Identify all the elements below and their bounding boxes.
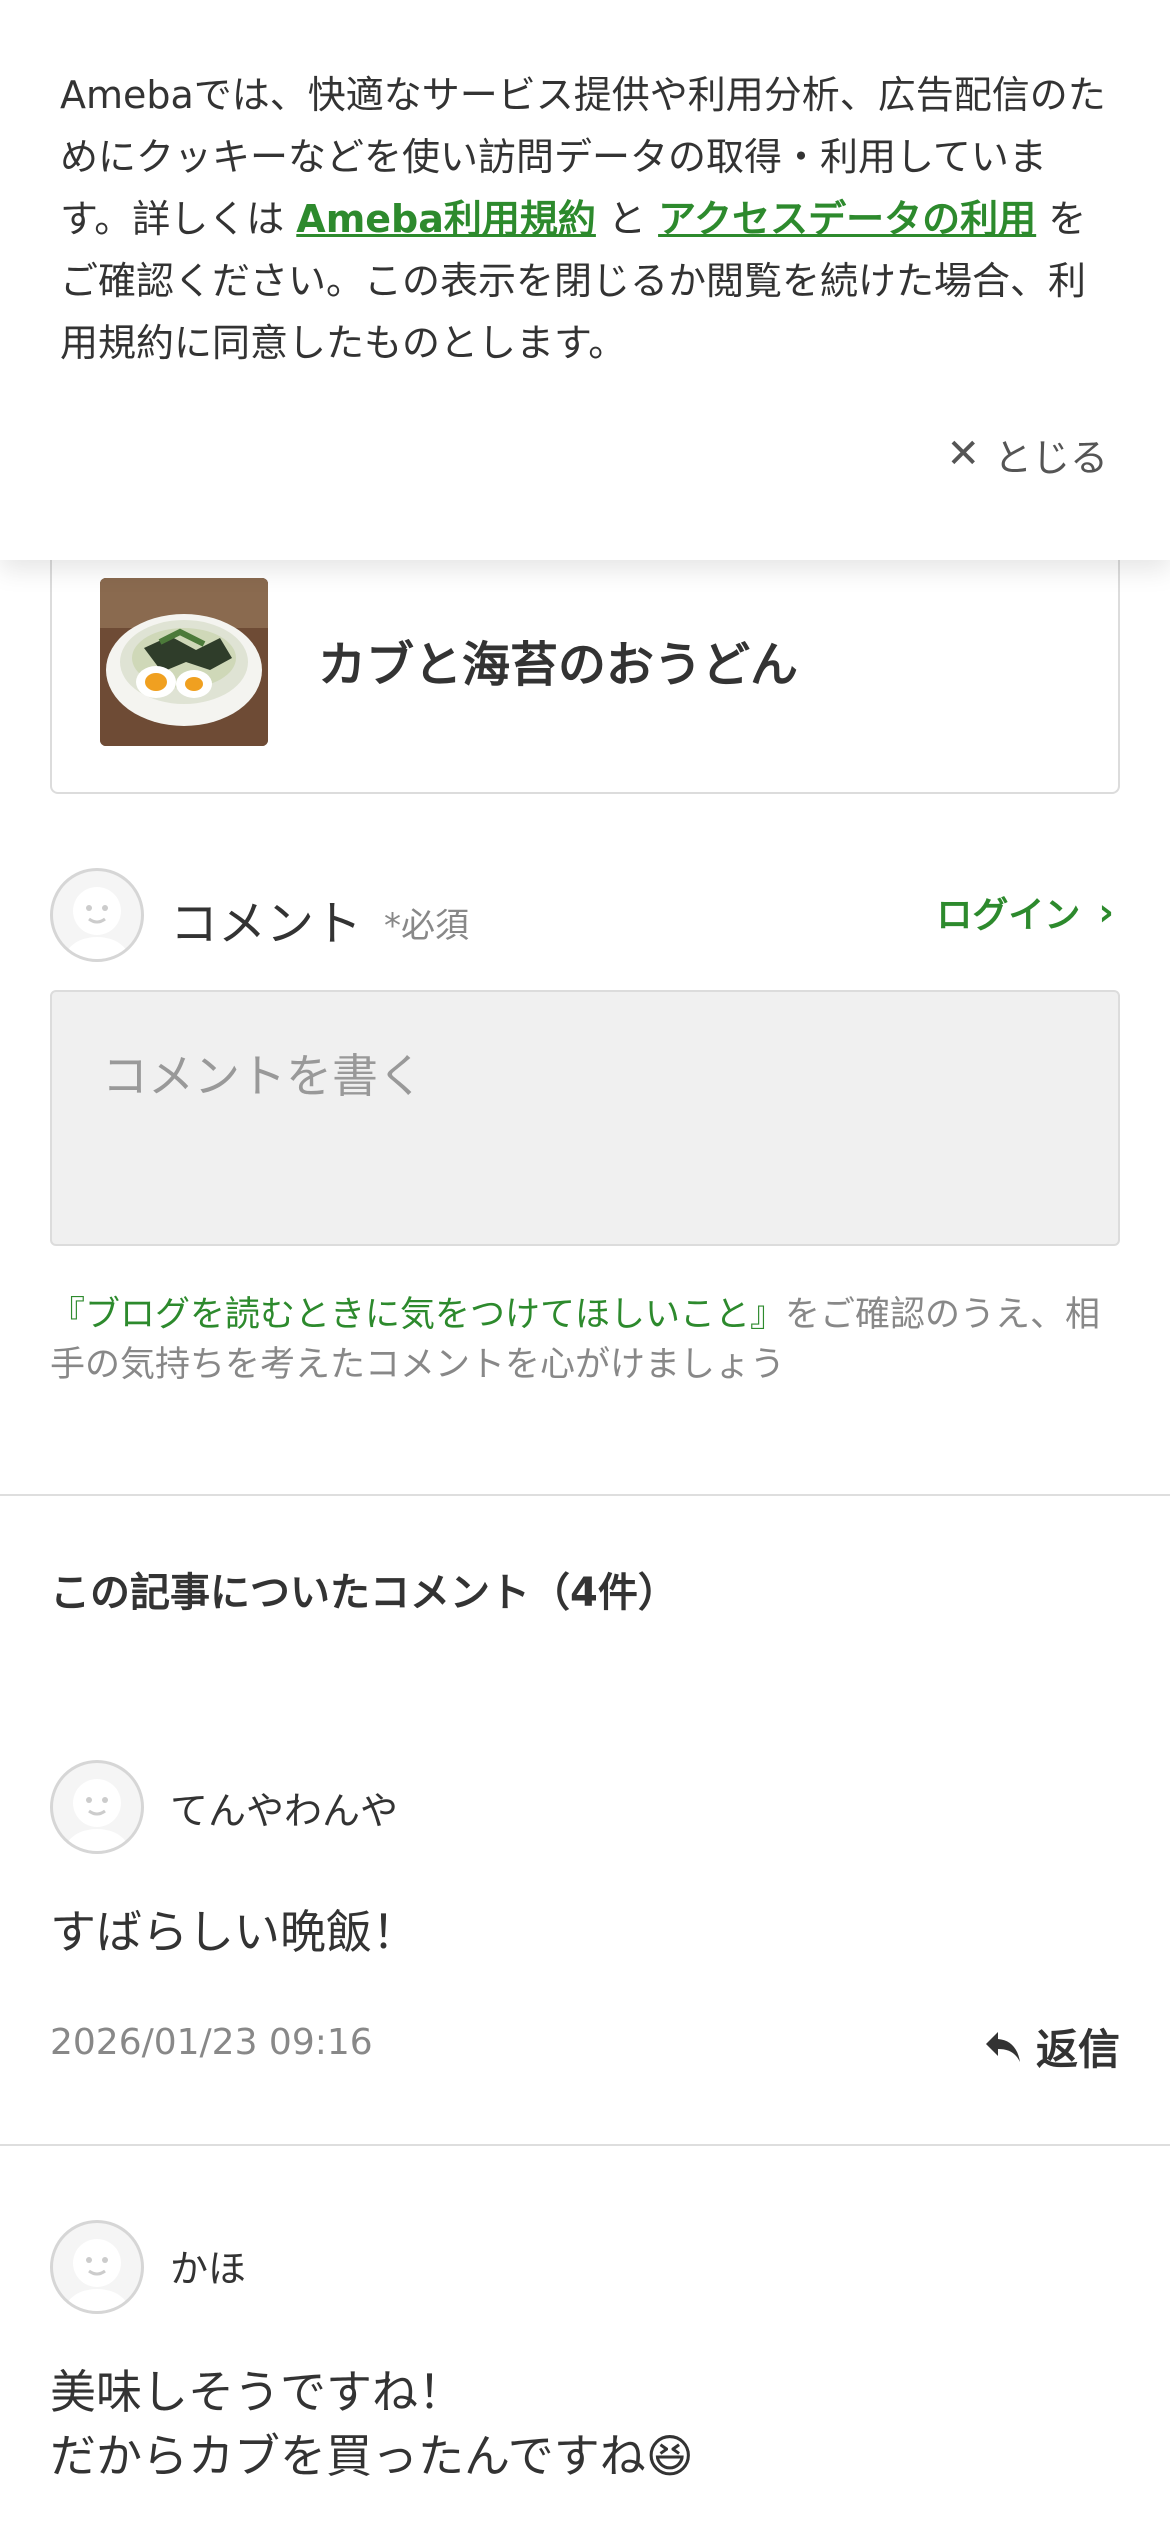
comment-author[interactable]: かほ <box>170 2238 246 2293</box>
reply-label: 返信 <box>1035 2025 1120 2074</box>
cookie-notice-text: Amebaでは、快適なサービス提供や利用分析、広告配信のためにクッキーなどを使い… <box>60 64 1110 374</box>
comment-body-line: 美味しそうですね！ <box>50 2365 464 2419</box>
recipe-thumbnail <box>100 578 268 746</box>
close-icon: ✕ <box>946 431 980 477</box>
terms-link[interactable]: Ameba利用規約 <box>296 197 596 241</box>
access-data-link[interactable]: アクセスデータの利用 <box>658 197 1036 241</box>
reply-button[interactable]: 返信 <box>984 2016 1120 2077</box>
comment-body: すばらしい晩飯！ <box>50 1905 418 1959</box>
default-avatar-icon <box>65 887 129 959</box>
comment-body-line: だからカブを買ったんですね😆 <box>50 2429 694 2483</box>
close-button[interactable]: ✕ とじる <box>946 424 1108 484</box>
close-label: とじる <box>993 435 1108 480</box>
section-divider <box>0 1494 1170 1496</box>
comment-author[interactable]: てんやわんや <box>170 1780 398 1835</box>
guideline-link[interactable]: 『ブログを読むときに気をつけてほしいこと』 <box>50 1295 785 1335</box>
reply-icon <box>985 2031 1020 2062</box>
login-link[interactable]: ログイン › <box>936 886 1114 938</box>
comment-divider <box>0 2144 1170 2146</box>
udon-bowl-image <box>100 578 268 746</box>
comment-input[interactable] <box>50 990 1120 1246</box>
comment-body: 美味しそうですね！ だからカブを買ったんですね😆 <box>50 2360 694 2488</box>
comment-label: コメント <box>170 896 363 952</box>
recipe-card[interactable]: カブと海苔のおうどん <box>50 520 1120 794</box>
user-avatar <box>50 868 144 962</box>
page: Amebaでは、快適なサービス提供や利用分析、広告配信のためにクッキーなどを使い… <box>0 0 1170 2532</box>
comment-guideline: 『ブログを読むときに気をつけてほしいこと』をご確認のうえ、相手の気持ちを考えたコ… <box>50 1290 1130 1390</box>
commenter-avatar[interactable] <box>50 2220 144 2314</box>
default-avatar-icon <box>65 2239 129 2311</box>
cookie-banner: Amebaでは、快適なサービス提供や利用分析、広告配信のためにクッキーなどを使い… <box>0 0 1170 560</box>
recipe-title: カブと海苔のおうどん <box>318 637 799 693</box>
cookie-text-part: と <box>595 197 659 241</box>
login-label: ログイン <box>936 895 1081 936</box>
commenter-avatar[interactable] <box>50 1760 144 1854</box>
chevron-right-icon: › <box>1098 890 1114 934</box>
comment-date: 2026/01/23 09:16 <box>50 2022 373 2063</box>
default-avatar-icon <box>65 1779 129 1851</box>
required-mark: *必須 <box>384 906 469 946</box>
comments-section-title: この記事についたコメント（4件） <box>50 1570 678 1616</box>
